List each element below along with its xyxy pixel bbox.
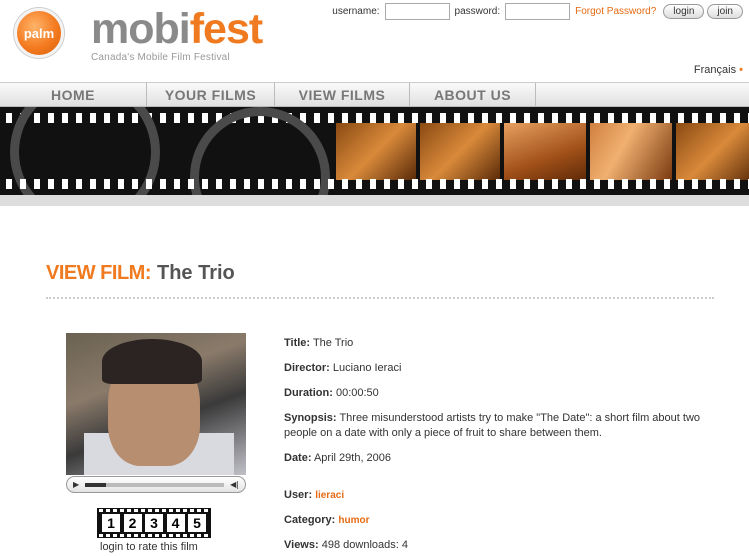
title-value: The Trio: [312, 337, 354, 349]
detail-director: Director: Luciano Ieraci: [284, 361, 724, 376]
seek-bar[interactable]: [85, 482, 225, 487]
date-label: Date:: [284, 452, 312, 464]
rating-4[interactable]: 4: [166, 514, 185, 532]
forgot-password-link[interactable]: Forgot Password?: [575, 6, 656, 17]
detail-views: Views: 498 downloads: 4: [284, 538, 724, 553]
username-input[interactable]: [384, 3, 450, 20]
rating-3[interactable]: 3: [145, 514, 163, 532]
language-label: Français: [693, 64, 737, 76]
detail-duration: Duration: 00:00:50: [284, 386, 724, 401]
category-link[interactable]: humor: [338, 515, 369, 526]
duration-label: Duration:: [284, 387, 333, 399]
banner-frame: [590, 123, 672, 180]
password-label: password:: [454, 6, 501, 17]
bullet-icon: •: [739, 64, 743, 76]
section-label: VIEW FILM:: [46, 262, 151, 284]
title-label: Title:: [284, 337, 311, 349]
detail-category: Category: humor: [284, 513, 724, 528]
synopsis-value: Three misunderstood artists try to make …: [284, 412, 701, 439]
synopsis-label: Synopsis:: [284, 412, 337, 424]
user-label: User:: [284, 489, 313, 501]
detail-user: User: lieraci: [284, 488, 724, 503]
mobifest-logo[interactable]: mobifest Canada's Mobile Film Festival: [91, 4, 263, 63]
views-label: Views:: [284, 539, 319, 551]
sprocket-holes-bottom: [0, 179, 749, 189]
rating-2[interactable]: 2: [123, 514, 142, 532]
banner-underline: [0, 195, 749, 206]
password-input[interactable]: [505, 3, 571, 20]
video-controls: ▶ ◀|: [66, 476, 246, 493]
language-link[interactable]: Français •: [694, 64, 743, 76]
logo-mobi: mobi: [91, 5, 191, 53]
dotted-divider: [46, 297, 714, 299]
login-bar: username: password: Forgot Password? log…: [332, 3, 743, 20]
logo-fest: fest: [189, 5, 263, 53]
banner-frame: [676, 123, 749, 180]
banner-frame: [336, 123, 416, 180]
detail-synopsis: Synopsis: Three misunderstood artists tr…: [284, 411, 724, 441]
duration-value: 00:00:50: [335, 387, 379, 399]
page-title: VIEW FILM: The Trio: [46, 262, 235, 285]
nav-home[interactable]: HOME: [0, 83, 147, 106]
video-player[interactable]: [66, 333, 246, 475]
detail-date: Date: April 29th, 2006: [284, 451, 724, 466]
nav-your-films[interactable]: YOUR FILMS: [147, 83, 275, 106]
rate-prompt: login to rate this film: [100, 541, 198, 553]
nav-view-films[interactable]: VIEW FILMS: [275, 83, 410, 106]
category-label: Category:: [284, 514, 336, 526]
banner-frame: [504, 123, 586, 180]
user-link[interactable]: lieraci: [315, 490, 344, 501]
palm-logo[interactable]: palm: [14, 8, 64, 58]
main-nav: HOME YOUR FILMS VIEW FILMS ABOUT US: [0, 82, 749, 107]
login-button[interactable]: login: [663, 4, 705, 19]
play-icon[interactable]: ▶: [73, 480, 79, 489]
film-strip-banner: [0, 107, 749, 195]
seek-progress: [85, 482, 106, 487]
nav-about-us[interactable]: ABOUT US: [410, 83, 536, 106]
rating-1[interactable]: 1: [102, 514, 120, 532]
banner-frame: [420, 123, 500, 180]
video-frame-hair: [102, 339, 202, 384]
join-button[interactable]: join: [707, 4, 743, 19]
director-value: Luciano Ieraci: [332, 362, 402, 374]
rating-5[interactable]: 5: [188, 514, 206, 532]
downloads-label: downloads:: [343, 539, 399, 551]
date-value: April 29th, 2006: [313, 452, 392, 464]
palm-logo-text: palm: [23, 25, 55, 41]
username-label: username:: [332, 6, 380, 17]
views-value: 498: [321, 539, 341, 551]
volume-icon[interactable]: ◀|: [230, 480, 239, 489]
detail-title: Title: The Trio: [284, 336, 724, 351]
rating-strip: 1 2 3 4 5: [97, 508, 211, 538]
film-title: The Trio: [156, 262, 235, 284]
downloads-value: 4: [401, 539, 408, 551]
film-details: Title: The Trio Director: Luciano Ieraci…: [284, 336, 724, 556]
director-label: Director:: [284, 362, 330, 374]
